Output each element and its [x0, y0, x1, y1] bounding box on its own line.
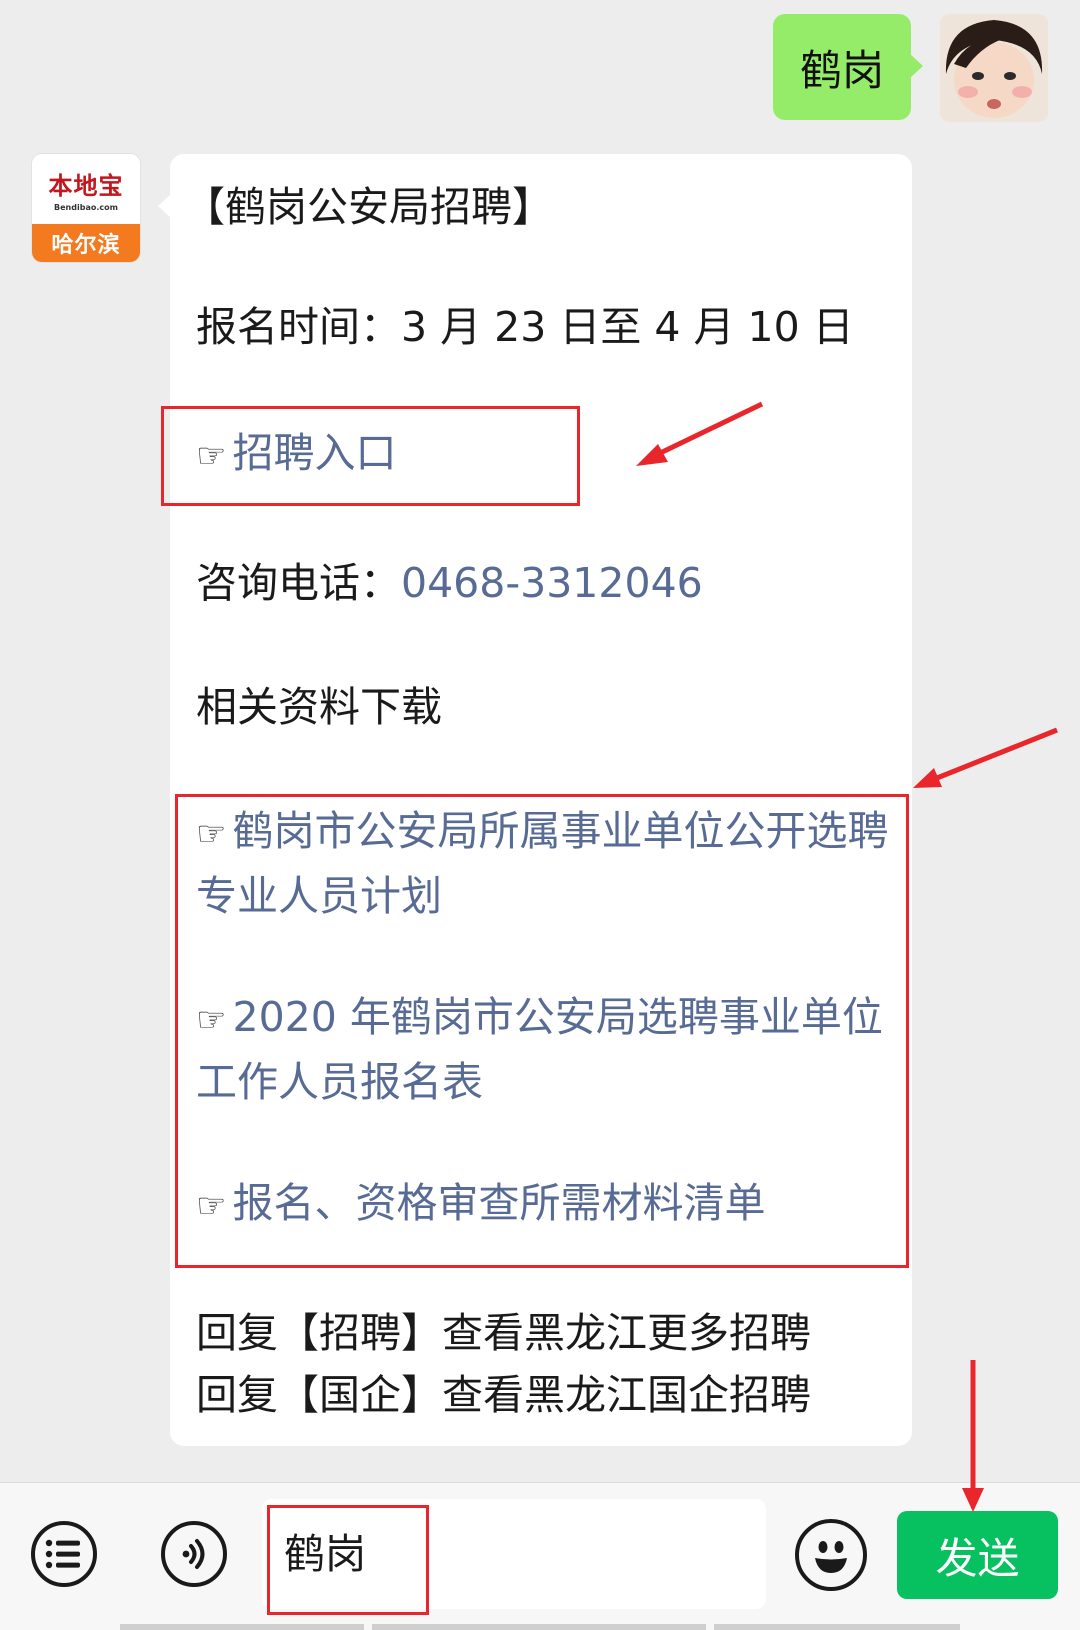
keyboard-bar-segment: [714, 1624, 960, 1630]
user-avatar-image: [940, 14, 1048, 122]
message-title: 【鹤岗公安局招聘】: [184, 183, 553, 231]
signup-time: 报名时间：3 月 23 日至 4 月 10 日: [196, 303, 854, 351]
downloads-heading: 相关资料下载: [196, 683, 442, 731]
reply-hint-soe: 回复【国企】查看黑龙江国企招聘: [196, 1371, 811, 1419]
emoji-icon: [815, 1541, 847, 1573]
official-account-avatar[interactable]: 本地宝 Bendibao.com 哈尔滨: [32, 154, 140, 262]
phone-label: 咨询电话：: [196, 559, 401, 607]
avatar-url: Bendibao.com: [54, 203, 118, 212]
menu-button[interactable]: [31, 1521, 97, 1587]
phone-row: 咨询电话：0468-3312046: [196, 552, 703, 614]
avatar-brand: 本地宝: [48, 171, 124, 200]
emoji-button[interactable]: [795, 1519, 867, 1591]
sent-message-bubble[interactable]: 鹤岗: [773, 14, 923, 120]
voice-icon: [182, 1539, 205, 1569]
phone-number-link[interactable]: 0468-3312046: [401, 559, 703, 607]
chat-area: 鹤岗 本地宝 Bendibao.com 哈尔滨 【鹤岗公安局招聘】 报名时间：3…: [0, 0, 1080, 1480]
sent-message-text: 鹤岗: [799, 45, 884, 95]
list-icon: [45, 1539, 80, 1569]
user-avatar[interactable]: [940, 14, 1048, 122]
highlight-box-entry: [161, 406, 580, 506]
voice-button[interactable]: [161, 1521, 227, 1587]
keyboard-bar-segment: [372, 1624, 706, 1630]
highlight-box-input: [267, 1505, 429, 1615]
reply-hint-recruit: 回复【招聘】查看黑龙江更多招聘: [196, 1309, 811, 1357]
input-bar: 鹤岗 发送: [0, 1482, 1080, 1630]
keyboard-bar-segment: [120, 1624, 364, 1630]
send-button[interactable]: 发送: [897, 1511, 1058, 1599]
highlight-box-downloads: [175, 794, 909, 1268]
avatar-city: 哈尔滨: [32, 224, 140, 262]
avatar-logo-top: 本地宝 Bendibao.com: [32, 154, 140, 224]
